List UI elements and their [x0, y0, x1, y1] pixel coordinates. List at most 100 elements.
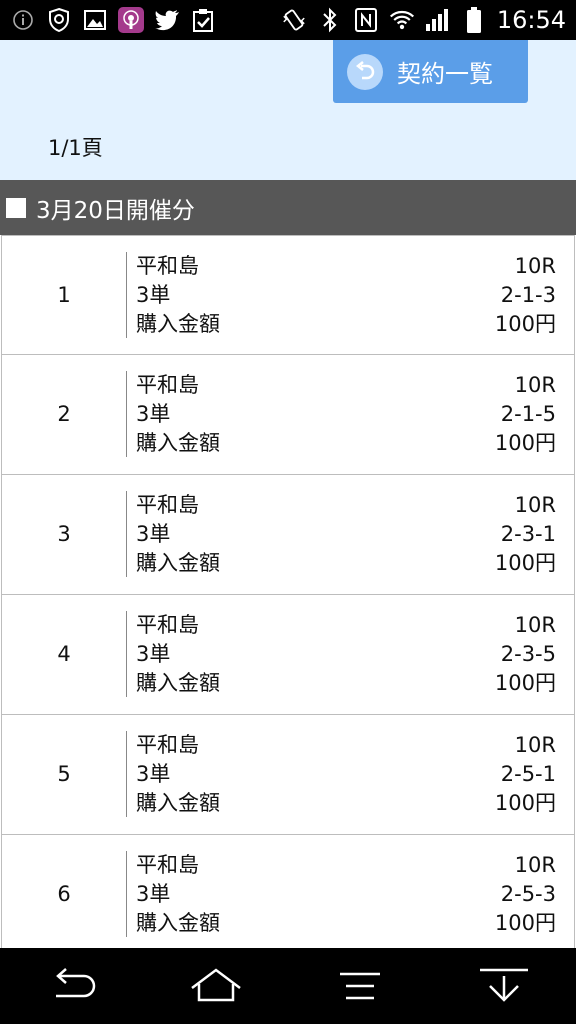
page-indicator: 1/1頁	[48, 136, 103, 160]
podcast-icon	[118, 7, 144, 33]
venue-label: 平和島	[136, 373, 199, 397]
amount-value: 100円	[494, 431, 556, 455]
contract-list-label: 契約一覧	[397, 60, 493, 88]
section-title: 3月20日開催分	[36, 197, 195, 224]
square-icon	[6, 197, 26, 218]
combination-value: 2-1-3	[500, 283, 556, 307]
notification-pull-icon	[480, 968, 528, 1002]
combination-value: 2-5-3	[500, 882, 556, 906]
amount-label: 購入金額	[136, 431, 220, 455]
venue-label: 平和島	[136, 853, 199, 877]
navigation-bar	[0, 948, 576, 1024]
item-number: 4	[57, 642, 71, 666]
bet-type-label: 3単	[136, 402, 171, 426]
item-number: 2	[57, 402, 71, 426]
divider	[126, 491, 127, 577]
return-icon	[347, 53, 383, 90]
race-value: 10R	[514, 613, 556, 637]
item-labels: 平和島 3単 購入金額	[136, 371, 220, 458]
image-icon	[82, 7, 108, 33]
item-values: 10R 2-5-1 100円	[495, 731, 556, 818]
list-item[interactable]: 1 平和島 3単 購入金額 10R 2-1-3 100円	[1, 235, 575, 355]
status-bar: 16:54	[0, 0, 576, 40]
race-value: 10R	[514, 254, 556, 278]
amount-label: 購入金額	[136, 551, 220, 575]
bet-type-label: 3単	[136, 762, 171, 786]
venue-label: 平和島	[136, 613, 199, 637]
amount-value: 100円	[494, 671, 556, 695]
bet-type-label: 3単	[136, 283, 171, 307]
bet-type-label: 3単	[136, 522, 171, 546]
race-value: 10R	[514, 853, 556, 877]
wifi-icon	[389, 7, 415, 33]
divider	[126, 252, 127, 338]
amount-label: 購入金額	[136, 671, 220, 695]
home-button[interactable]	[181, 961, 251, 1011]
status-time: 16:54	[496, 6, 566, 34]
info-icon	[10, 7, 36, 33]
amount-value: 100円	[494, 312, 556, 336]
amount-label: 購入金額	[136, 312, 220, 336]
list-item[interactable]: 4 平和島 3単 購入金額 10R 2-3-5 100円	[1, 595, 575, 715]
bet-type-label: 3単	[136, 642, 171, 666]
divider	[126, 611, 127, 697]
contract-list-button[interactable]: 契約一覧	[333, 40, 528, 103]
menu-icon	[340, 972, 380, 1000]
status-bar-notifications	[10, 0, 216, 40]
item-values: 10R 2-3-1 100円	[495, 491, 556, 578]
section-header: 3月20日開催分	[0, 180, 576, 235]
combination-value: 2-3-5	[500, 642, 556, 666]
item-number: 3	[57, 522, 71, 546]
battery-icon	[461, 7, 487, 33]
item-labels: 平和島 3単 購入金額	[136, 491, 220, 578]
item-number: 1	[57, 283, 71, 307]
item-number: 6	[57, 882, 71, 906]
amount-value: 100円	[494, 791, 556, 815]
venue-label: 平和島	[136, 493, 199, 517]
race-value: 10R	[514, 733, 556, 757]
bet-list: 1 平和島 3単 購入金額 10R 2-1-3 100円 2 平和島 3単 購入…	[0, 235, 576, 955]
vibrate-icon	[281, 7, 307, 33]
bluetooth-icon	[317, 7, 343, 33]
security-icon	[46, 7, 72, 33]
clipboard-icon	[190, 7, 216, 33]
page-header: 契約一覧 1/1頁	[0, 40, 576, 180]
item-values: 10R 2-1-3 100円	[495, 252, 556, 339]
back-icon	[56, 968, 96, 998]
amount-value: 100円	[494, 911, 556, 935]
signal-icon	[425, 7, 451, 33]
amount-label: 購入金額	[136, 911, 220, 935]
list-item[interactable]: 6 平和島 3単 購入金額 10R 2-5-3 100円	[1, 835, 575, 955]
menu-button[interactable]	[325, 961, 395, 1011]
divider	[126, 851, 127, 937]
home-icon	[191, 968, 241, 1002]
amount-label: 購入金額	[136, 791, 220, 815]
amount-value: 100円	[494, 551, 556, 575]
combination-value: 2-3-1	[500, 522, 556, 546]
item-labels: 平和島 3単 購入金額	[136, 731, 220, 818]
venue-label: 平和島	[136, 733, 199, 757]
list-item[interactable]: 2 平和島 3単 購入金額 10R 2-1-5 100円	[1, 355, 575, 475]
item-labels: 平和島 3単 購入金額	[136, 851, 220, 938]
item-number: 5	[57, 762, 71, 786]
status-bar-system: 16:54	[281, 0, 566, 40]
nfc-icon	[353, 7, 379, 33]
combination-value: 2-5-1	[500, 762, 556, 786]
item-labels: 平和島 3単 購入金額	[136, 252, 220, 339]
item-labels: 平和島 3単 購入金額	[136, 611, 220, 698]
notification-pull-button[interactable]	[469, 961, 539, 1011]
bet-type-label: 3単	[136, 882, 171, 906]
race-value: 10R	[514, 373, 556, 397]
item-values: 10R 2-3-5 100円	[495, 611, 556, 698]
item-values: 10R 2-5-3 100円	[495, 851, 556, 938]
list-item[interactable]: 5 平和島 3単 購入金額 10R 2-5-1 100円	[1, 715, 575, 835]
back-button[interactable]	[37, 961, 107, 1011]
item-values: 10R 2-1-5 100円	[495, 371, 556, 458]
divider	[126, 371, 127, 457]
race-value: 10R	[514, 493, 556, 517]
venue-label: 平和島	[136, 254, 199, 278]
combination-value: 2-1-5	[500, 402, 556, 426]
divider	[126, 731, 127, 817]
list-item[interactable]: 3 平和島 3単 購入金額 10R 2-3-1 100円	[1, 475, 575, 595]
twitter-icon	[154, 7, 180, 33]
